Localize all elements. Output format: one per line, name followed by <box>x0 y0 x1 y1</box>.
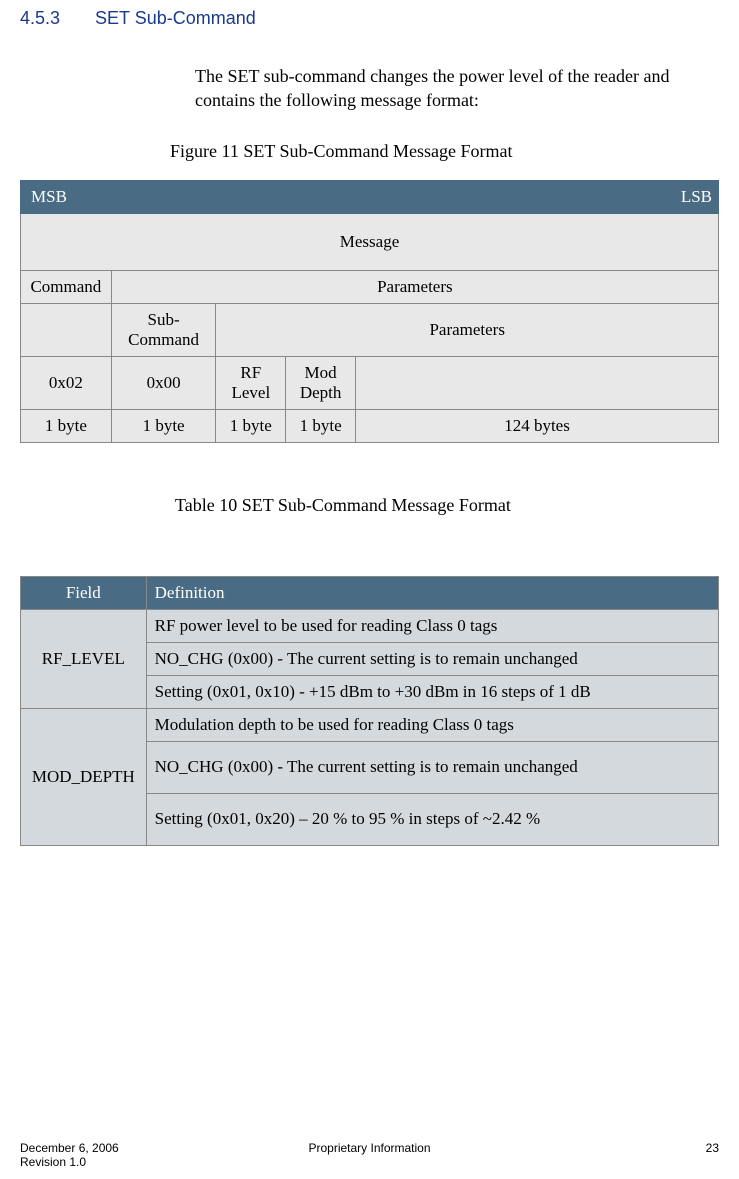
message-format-table: MSB LSB Message Command Parameters Sub-C… <box>20 180 719 443</box>
definition-cell: Setting (0x01, 0x10) - +15 dBm to +30 dB… <box>146 675 718 708</box>
table-header-row: MSB LSB <box>21 180 719 213</box>
size-sub-cell: 1 byte <box>111 409 216 442</box>
field-cell: MOD_DEPTH <box>21 708 147 845</box>
size-rest-cell: 124 bytes <box>356 409 719 442</box>
rf-level-cell: RF Level <box>216 356 286 409</box>
val-cmd-cell: 0x02 <box>21 356 112 409</box>
table-row: Command Parameters <box>21 270 719 303</box>
lsb-label: LSB <box>286 180 719 213</box>
empty-cell <box>356 356 719 409</box>
table-row: MOD_DEPTH Modulation depth to be used fo… <box>21 708 719 741</box>
sub-command-cell: Sub-Command <box>111 303 216 356</box>
mod-depth-cell: Mod Depth <box>286 356 356 409</box>
field-cell: RF_LEVEL <box>21 609 147 708</box>
section-heading: 4.5.3 SET Sub-Command <box>20 8 719 29</box>
parameters2-cell: Parameters <box>216 303 719 356</box>
definition-cell: RF power level to be used for reading Cl… <box>146 609 718 642</box>
command-cell: Command <box>21 270 112 303</box>
table-row: Sub-Command Parameters <box>21 303 719 356</box>
definition-cell: NO_CHG (0x00) - The current setting is t… <box>146 741 718 793</box>
definition-cell: Setting (0x01, 0x20) – 20 % to 95 % in s… <box>146 793 718 845</box>
page-footer: Proprietary Information December 6, 2006… <box>20 1141 719 1169</box>
parameters-cell: Parameters <box>111 270 718 303</box>
val-sub-cell: 0x00 <box>111 356 216 409</box>
definition-table: Field Definition RF_LEVEL RF power level… <box>20 576 719 846</box>
size-cmd-cell: 1 byte <box>21 409 112 442</box>
size-rf-cell: 1 byte <box>216 409 286 442</box>
msb-label: MSB <box>21 180 286 213</box>
intro-paragraph: The SET sub-command changes the power le… <box>195 64 679 113</box>
table-caption: Table 10 SET Sub-Command Message Format <box>175 495 719 516</box>
message-cell: Message <box>21 213 719 270</box>
definition-cell: Modulation depth to be used for reading … <box>146 708 718 741</box>
footer-revision: Revision 1.0 <box>20 1155 86 1169</box>
field-header: Field <box>21 576 147 609</box>
size-mod-cell: 1 byte <box>286 409 356 442</box>
footer-center: Proprietary Information <box>20 1141 719 1155</box>
section-title: SET Sub-Command <box>95 8 256 28</box>
table-header-row: Field Definition <box>21 576 719 609</box>
empty-cell <box>21 303 112 356</box>
table-row: RF_LEVEL RF power level to be used for r… <box>21 609 719 642</box>
table-row: 1 byte 1 byte 1 byte 1 byte 124 bytes <box>21 409 719 442</box>
table-row: Message <box>21 213 719 270</box>
figure-caption: Figure 11 SET Sub-Command Message Format <box>170 141 719 162</box>
definition-header: Definition <box>146 576 718 609</box>
section-number: 4.5.3 <box>20 8 90 29</box>
table-row: 0x02 0x00 RF Level Mod Depth <box>21 356 719 409</box>
definition-cell: NO_CHG (0x00) - The current setting is t… <box>146 642 718 675</box>
